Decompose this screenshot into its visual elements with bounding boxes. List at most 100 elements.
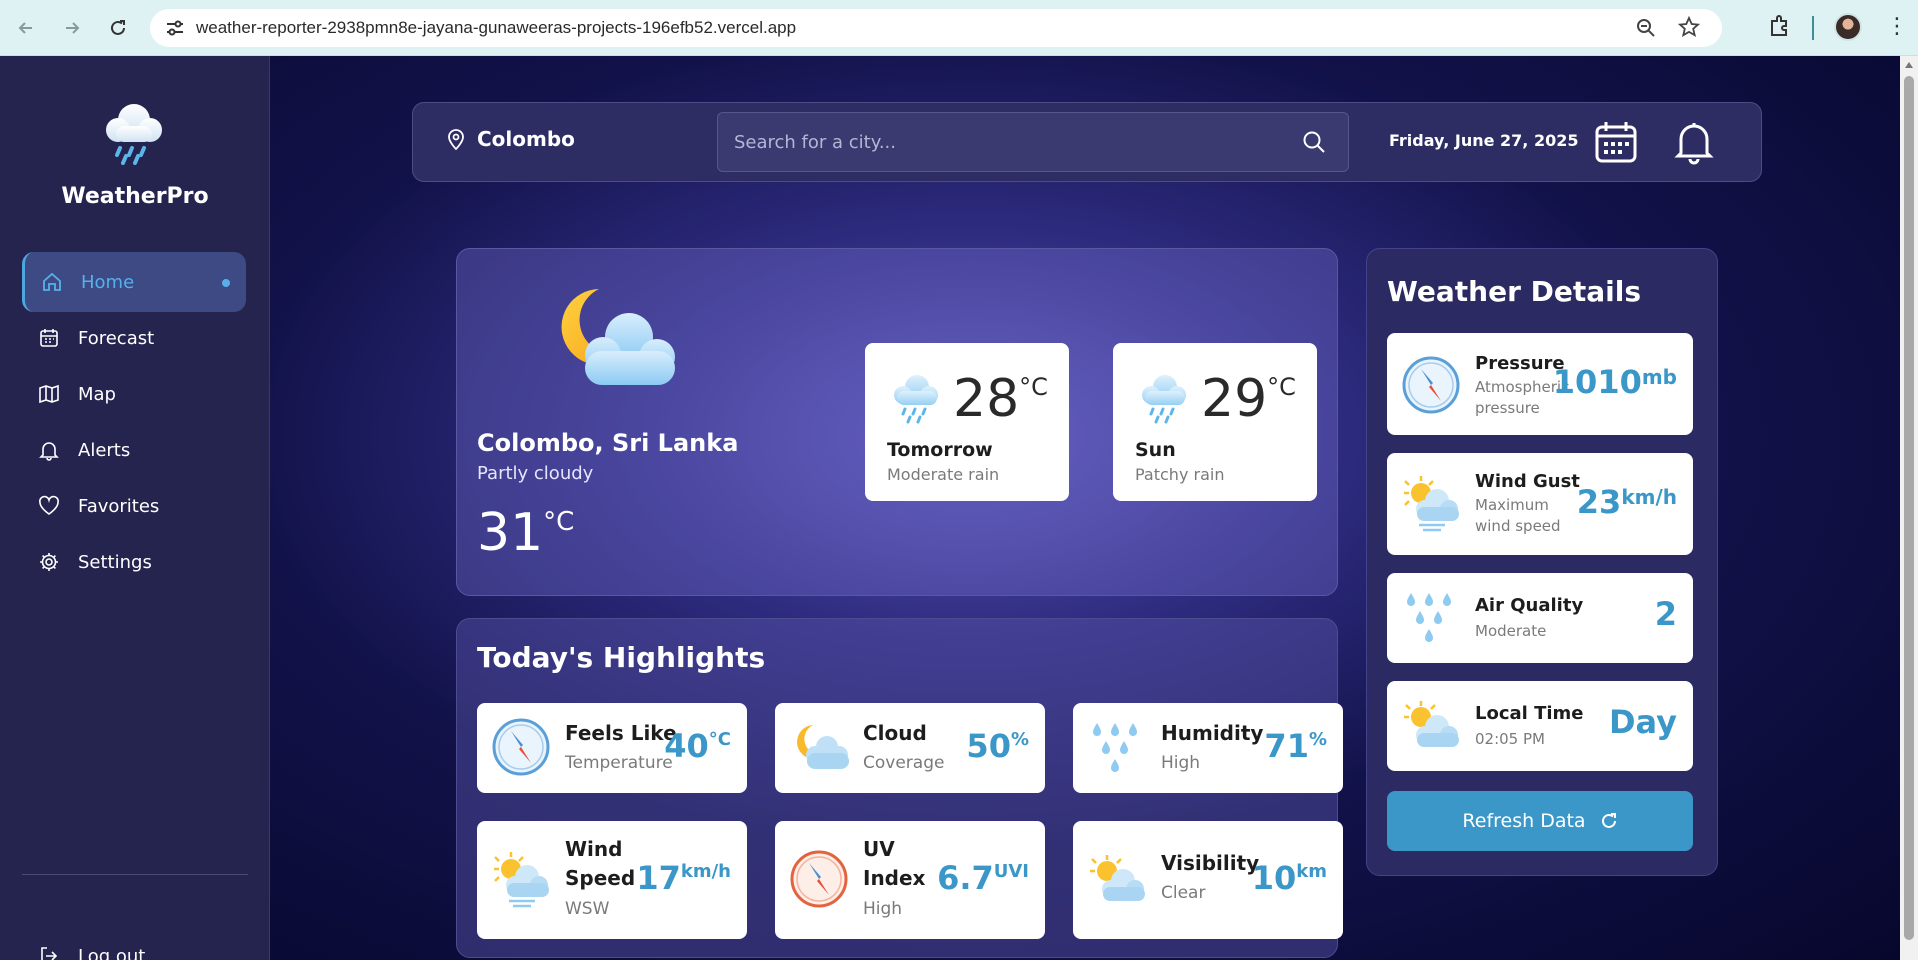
sidebar-item-home[interactable]: Home [22, 252, 246, 312]
moon-cloud-icon [561, 289, 675, 385]
menu-icon[interactable]: ⋮ [1886, 14, 1908, 39]
compass-icon [1402, 356, 1460, 414]
moon-cloud-icon [797, 725, 849, 769]
forecast-card[interactable]: 28°C Tomorrow Moderate rain [865, 343, 1069, 501]
sidebar-divider [22, 874, 248, 875]
detail-value: 2 [1654, 595, 1677, 633]
compass-icon [492, 718, 550, 776]
sidebar-item-forecast[interactable]: Forecast [22, 308, 246, 368]
sidebar-item-alerts[interactable]: Alerts [22, 420, 246, 480]
highlights-panel: Today's Highlights Feels Like Temperatur… [456, 618, 1343, 958]
forecast-card[interactable]: 29°C Sun Patchy rain [1113, 343, 1317, 501]
highlight-card-wind-speed[interactable]: Wind Speed WSW 17km/h [477, 821, 747, 939]
sidebar-item-favorites[interactable]: Favorites [22, 476, 246, 536]
weather-details-panel: Weather Details Pressure Atmospheric pre… [1366, 248, 1718, 876]
name-line-2: Speed [565, 866, 636, 890]
highlight-card-feels-like[interactable]: Feels Like Temperature 40°C [477, 703, 747, 793]
name-line-1: Wind [565, 837, 623, 861]
highlight-card-humidity[interactable]: Humidity High 71% [1073, 703, 1343, 793]
sidebar-item-label: Settings [78, 551, 152, 573]
value-number: 6.7 [937, 859, 994, 897]
sidebar: WeatherPro Home Forecast Map Alerts Favo… [0, 56, 270, 960]
current-location[interactable]: Colombo [447, 127, 575, 151]
profile-avatar[interactable] [1834, 13, 1862, 41]
calendar-icon[interactable] [1593, 119, 1639, 165]
value-unit: km/h [680, 861, 731, 882]
detail-name: Local Time [1475, 703, 1584, 724]
address-bar[interactable]: weather-reporter-2938pmn8e-jayana-gunawe… [150, 9, 1722, 47]
detail-card-wind-gust[interactable]: Wind Gust Maximum wind speed 23km/h [1387, 453, 1693, 555]
highlight-card-visibility[interactable]: Visibility Clear 10km [1073, 821, 1343, 939]
highlight-value: 10km [1252, 859, 1327, 897]
sidebar-item-map[interactable]: Map [22, 364, 246, 424]
value-unit: % [1010, 729, 1029, 750]
sidebar-item-label: Home [81, 271, 135, 293]
back-icon[interactable] [12, 14, 40, 42]
details-title: Weather Details [1387, 275, 1642, 308]
value-number: 23 [1576, 483, 1622, 521]
forecast-temperature: 28°C [953, 369, 1048, 429]
sidebar-item-settings[interactable]: Settings [22, 532, 246, 592]
brand-name: WeatherPro [61, 184, 209, 209]
detail-subtitle: 02:05 PM [1475, 730, 1545, 748]
current-date: Friday, June 27, 2025 [1389, 131, 1579, 150]
page-scrollbar[interactable] [1900, 56, 1918, 960]
value-unit: mb [1641, 365, 1677, 389]
detail-card-pressure[interactable]: Pressure Atmospheric pressure 1010mb [1387, 333, 1693, 435]
detail-subtitle: Maximum wind speed [1475, 496, 1561, 535]
bookmark-star-icon[interactable] [1678, 16, 1700, 38]
highlight-card-cloud[interactable]: Cloud Coverage 50% [775, 703, 1045, 793]
detail-card-air-quality[interactable]: Air Quality Moderate 2 [1387, 573, 1693, 663]
location-label: Colombo [477, 127, 575, 151]
value-number: 10 [1251, 859, 1297, 897]
forward-icon[interactable] [58, 14, 86, 42]
forecast-temp-value: 29 [1201, 369, 1268, 429]
logout-label: Log out [78, 945, 146, 960]
heart-icon [39, 495, 59, 515]
highlight-name: Cloud [863, 721, 927, 745]
highlight-subtitle: Temperature [565, 753, 673, 773]
site-settings-icon[interactable] [166, 20, 184, 36]
extensions-icon[interactable] [1768, 13, 1794, 39]
raindrops-icon [1407, 593, 1451, 642]
detail-subtitle: Moderate [1475, 622, 1547, 640]
detail-card-local-time[interactable]: Local Time 02:05 PM Day [1387, 681, 1693, 771]
detail-value: Day [1608, 703, 1677, 741]
url-text[interactable]: weather-reporter-2938pmn8e-jayana-gunawe… [196, 18, 796, 38]
refresh-data-button[interactable]: Refresh Data [1387, 791, 1693, 851]
highlight-value: 40°C [664, 727, 731, 765]
sun-cloud-icon [1404, 701, 1459, 747]
highlight-subtitle: WSW [565, 899, 610, 919]
value-number: 50 [966, 727, 1011, 765]
highlight-card-uv-index[interactable]: UV Index High 6.7UVI [775, 821, 1045, 939]
forecast-temp-unit: °C [1019, 373, 1048, 401]
highlight-name: Wind Speed [565, 835, 635, 893]
value-unit: km/h [1621, 485, 1677, 509]
raindrops-icon [1093, 723, 1137, 772]
logout-button[interactable]: Log out [22, 926, 246, 960]
sidebar-item-label: Map [78, 383, 116, 405]
notification-bell-icon[interactable] [1671, 119, 1717, 165]
highlight-value: 6.7UVI [937, 859, 1029, 897]
weather-condition: Partly cloudy [477, 463, 594, 484]
search-box[interactable] [717, 112, 1349, 172]
gear-icon [40, 553, 58, 571]
map-icon [39, 384, 59, 404]
temperature-unit: °C [543, 507, 575, 537]
reload-icon[interactable] [104, 14, 132, 42]
forecast-temp-value: 28 [953, 369, 1020, 429]
zoom-icon[interactable] [1636, 18, 1656, 38]
top-bar: Colombo Friday, June 27, 2025 [412, 102, 1762, 182]
sun-wind-cloud-icon [1404, 476, 1459, 532]
toolbar-divider [1812, 16, 1814, 40]
search-input[interactable] [734, 125, 1294, 159]
name-line-2: Index [863, 866, 926, 890]
value-unit: % [1308, 729, 1327, 750]
search-icon[interactable] [1302, 130, 1326, 154]
location-pin-icon [448, 129, 464, 150]
scrollbar-thumb[interactable] [1904, 76, 1914, 940]
active-indicator [222, 279, 230, 287]
forecast-condition: Moderate rain [887, 465, 1000, 484]
highlight-subtitle: High [863, 899, 903, 919]
scroll-up-arrow-icon[interactable] [1905, 62, 1913, 68]
